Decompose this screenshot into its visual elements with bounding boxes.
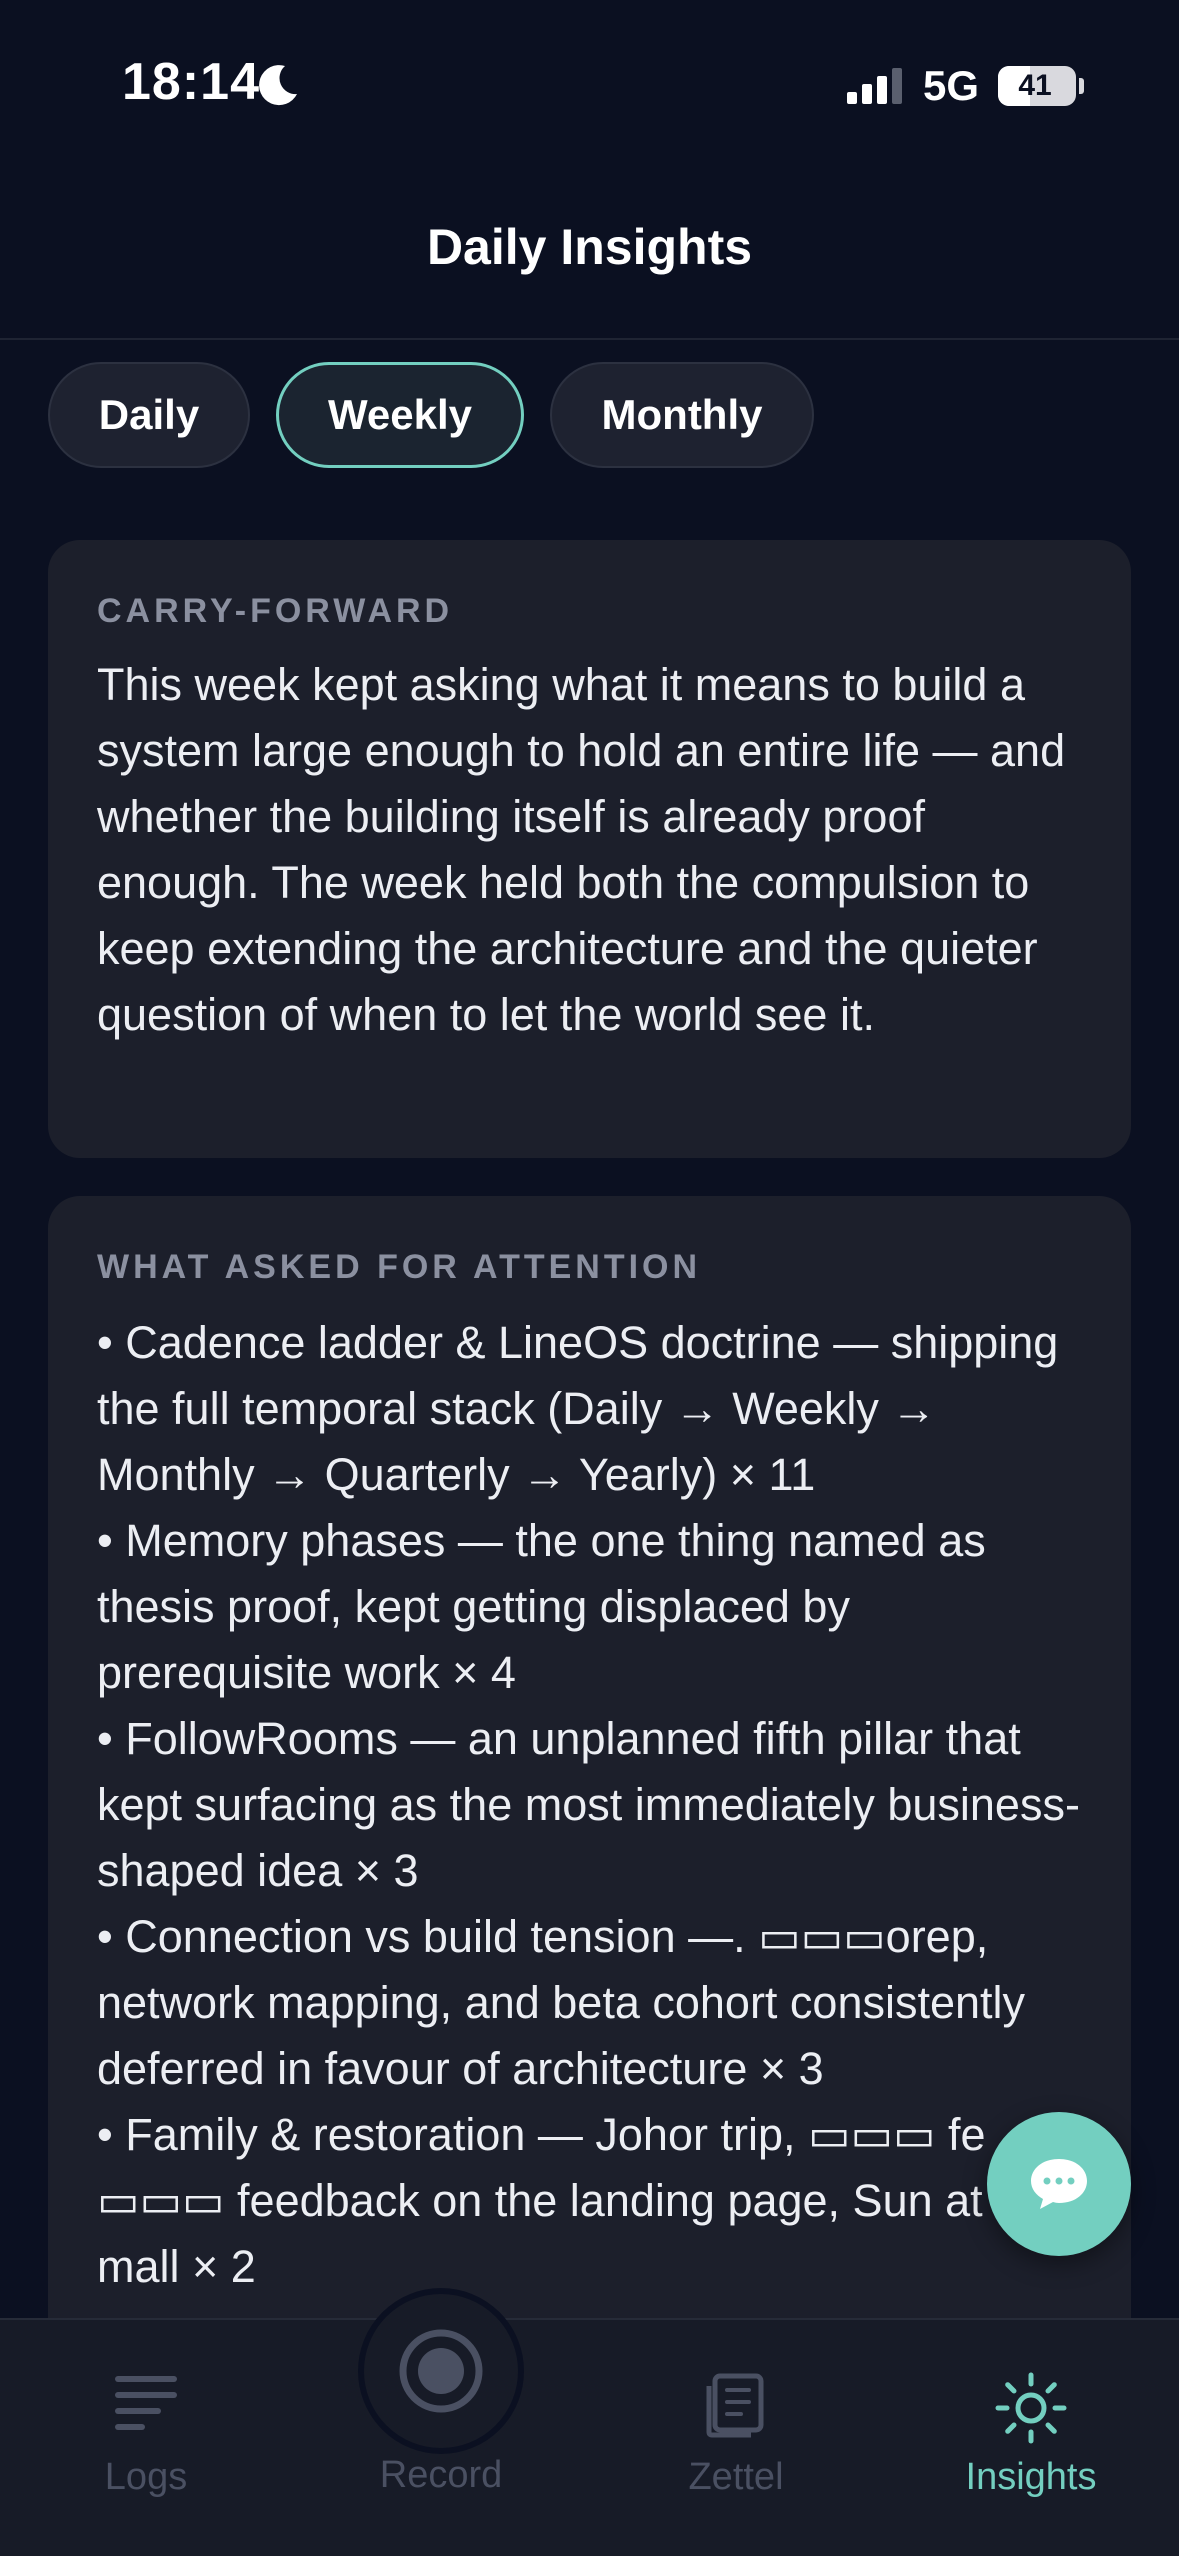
zettel-icon <box>706 2373 764 2438</box>
moon-icon <box>259 65 297 106</box>
list-item: • Memory phases — the one thing named as… <box>97 1515 986 1698</box>
list-item: • Family & restoration — Johor trip, ▭▭▭… <box>97 2109 1058 2292</box>
attention-label: WHAT ASKED FOR ATTENTION <box>97 1248 702 1286</box>
network-label: 5G <box>923 62 980 109</box>
status-bar: 18:14 5G 41 <box>0 0 1179 170</box>
carry-forward-label: CARRY-FORWARD <box>97 592 454 630</box>
nav-zettel-label: Zettel <box>688 2456 784 2498</box>
nav-logs-label: Logs <box>104 2456 188 2498</box>
carry-forward-card: CARRY-FORWARD This week kept asking what… <box>48 540 1131 1158</box>
period-tabs: Daily Weekly Monthly <box>48 362 814 468</box>
nav-record-label: Record <box>379 2454 503 2496</box>
list-item: • FollowRooms — an unplanned fifth pilla… <box>97 1713 1080 1896</box>
status-time: 18:14 <box>122 53 260 111</box>
battery-level: 41 <box>1018 69 1052 102</box>
insights-sun-icon <box>995 2372 1067 2444</box>
header: Daily Insights <box>0 190 1179 340</box>
chat-button[interactable] <box>987 2112 1131 2256</box>
screen: 18:14 5G 41 Daily Insights Daily Weekly … <box>0 0 1179 2556</box>
nav-insights[interactable]: Insights <box>911 2320 1151 2556</box>
attention-list: • Cadence ladder & LineOS doctrine — shi… <box>97 1310 1097 2300</box>
carry-forward-text: This week kept asking what it means to b… <box>97 659 1066 1040</box>
list-item: • Cadence ladder & LineOS doctrine — shi… <box>97 1317 1059 1500</box>
logs-icon <box>115 2376 177 2430</box>
battery-icon: 41 <box>998 66 1076 106</box>
page-title: Daily Insights <box>426 219 753 275</box>
bottom-nav: Logs Zettel Insights <box>0 2318 1179 2556</box>
battery-cap <box>1079 78 1084 94</box>
attention-card: WHAT ASKED FOR ATTENTION • Cadence ladde… <box>48 1196 1131 2396</box>
tab-daily[interactable]: Daily <box>48 362 250 468</box>
nav-insights-label: Insights <box>965 2456 1097 2498</box>
list-item: • Connection vs build tension —. ▭▭▭orep… <box>97 1911 1026 2094</box>
tab-monthly[interactable]: Monthly <box>550 362 814 468</box>
chat-bubble-icon <box>1031 2159 1087 2209</box>
nav-zettel[interactable]: Zettel <box>616 2320 856 2556</box>
nav-record[interactable]: Record <box>321 2318 561 2556</box>
signal-icon <box>847 68 902 104</box>
tab-weekly[interactable]: Weekly <box>276 362 524 468</box>
nav-logs[interactable]: Logs <box>26 2320 266 2556</box>
